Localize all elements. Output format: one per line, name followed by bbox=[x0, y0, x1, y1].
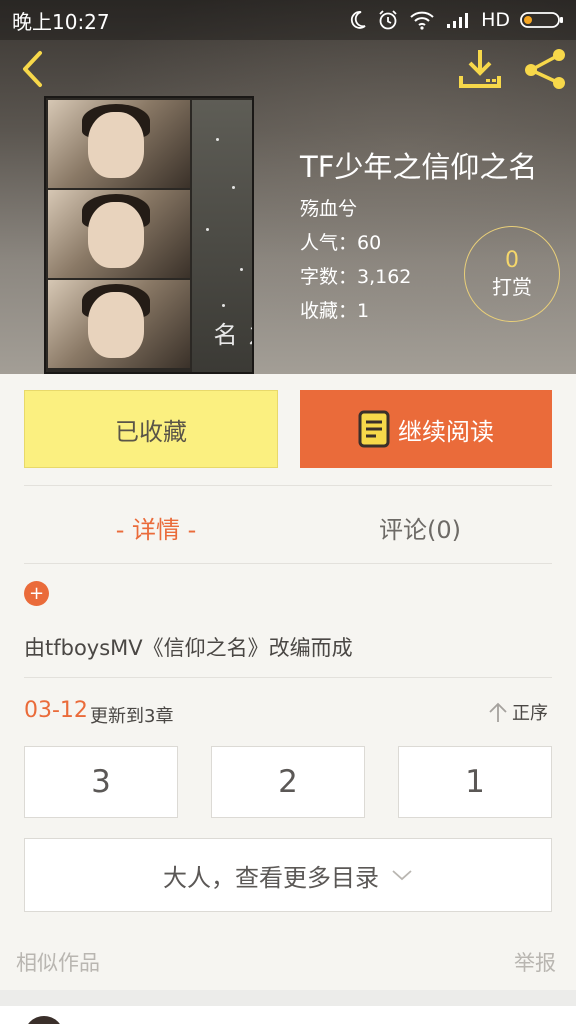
tip-label: 打赏 bbox=[492, 275, 532, 299]
share-button[interactable] bbox=[520, 46, 570, 92]
plus-icon[interactable]: + bbox=[24, 581, 49, 606]
book-popularity: 人气：60 bbox=[300, 232, 382, 254]
divider bbox=[24, 677, 552, 678]
cover-title: 信仰之名 bbox=[209, 322, 252, 348]
tip-count: 0 bbox=[505, 248, 519, 273]
cover-photo bbox=[48, 100, 190, 188]
update-date: 03-12 bbox=[24, 698, 88, 723]
chapter-button[interactable]: 1 bbox=[398, 746, 552, 818]
cover-photo bbox=[48, 190, 190, 278]
book-word-count: 字数：3,162 bbox=[300, 266, 412, 288]
arrow-up-icon bbox=[489, 702, 507, 722]
cover-photo bbox=[48, 280, 190, 368]
status-time: 晚上10:27 bbox=[12, 9, 110, 34]
share-icon bbox=[525, 49, 565, 89]
similar-works-label: 相似作品 bbox=[16, 951, 100, 975]
sort-order-button[interactable]: 正序 bbox=[488, 698, 554, 726]
back-button[interactable] bbox=[12, 48, 52, 90]
report-link[interactable]: 举报 bbox=[514, 947, 556, 977]
continue-reading-button[interactable]: 继续阅读 bbox=[300, 390, 552, 468]
book-author[interactable]: 殇血兮 bbox=[300, 194, 357, 221]
signal-icon bbox=[447, 13, 469, 28]
download-button[interactable] bbox=[456, 46, 504, 92]
book-icon bbox=[358, 410, 390, 448]
more-chapters-button[interactable]: 大人，查看更多目录 bbox=[24, 838, 552, 912]
network-type: HD bbox=[481, 9, 510, 31]
book-header: 晚上10:27 HD 信仰之名 TF少年之信仰之名 殇血兮 人气：60 字数：3… bbox=[0, 0, 576, 374]
status-bar: 晚上10:27 HD bbox=[0, 0, 576, 40]
chapter-button[interactable]: 2 bbox=[211, 746, 365, 818]
chapter-button[interactable]: 3 bbox=[24, 746, 178, 818]
similar-works-card[interactable] bbox=[0, 1006, 576, 1024]
battery-icon bbox=[520, 12, 563, 28]
download-icon bbox=[459, 50, 501, 88]
wifi-icon bbox=[410, 11, 434, 30]
divider bbox=[24, 485, 552, 486]
alarm-icon bbox=[379, 10, 397, 30]
more-chapters-label: 大人，查看更多目录 bbox=[163, 863, 379, 892]
chevron-left-icon bbox=[23, 51, 42, 87]
moon-icon bbox=[350, 11, 366, 29]
tab-comments[interactable]: 评论(0) bbox=[288, 500, 552, 554]
update-status: 更新到3章 bbox=[90, 706, 174, 727]
continue-reading-label: 继续阅读 bbox=[398, 417, 494, 446]
synopsis: 由tfboysMV《信仰之名》改编而成 bbox=[24, 636, 353, 660]
tip-button[interactable]: 0 打赏 bbox=[464, 226, 560, 322]
divider bbox=[24, 563, 552, 564]
sort-label: 正序 bbox=[512, 703, 548, 724]
book-cover[interactable]: 信仰之名 bbox=[44, 96, 254, 374]
collected-button[interactable]: 已收藏 bbox=[24, 390, 278, 468]
tab-detail[interactable]: - 详情 - bbox=[24, 500, 288, 554]
chevron-down-icon bbox=[392, 870, 412, 881]
book-title: TF少年之信仰之名 bbox=[300, 150, 538, 184]
collected-label: 已收藏 bbox=[115, 417, 187, 446]
status-icons: HD bbox=[349, 9, 564, 31]
book-favorites: 收藏：1 bbox=[300, 300, 370, 322]
